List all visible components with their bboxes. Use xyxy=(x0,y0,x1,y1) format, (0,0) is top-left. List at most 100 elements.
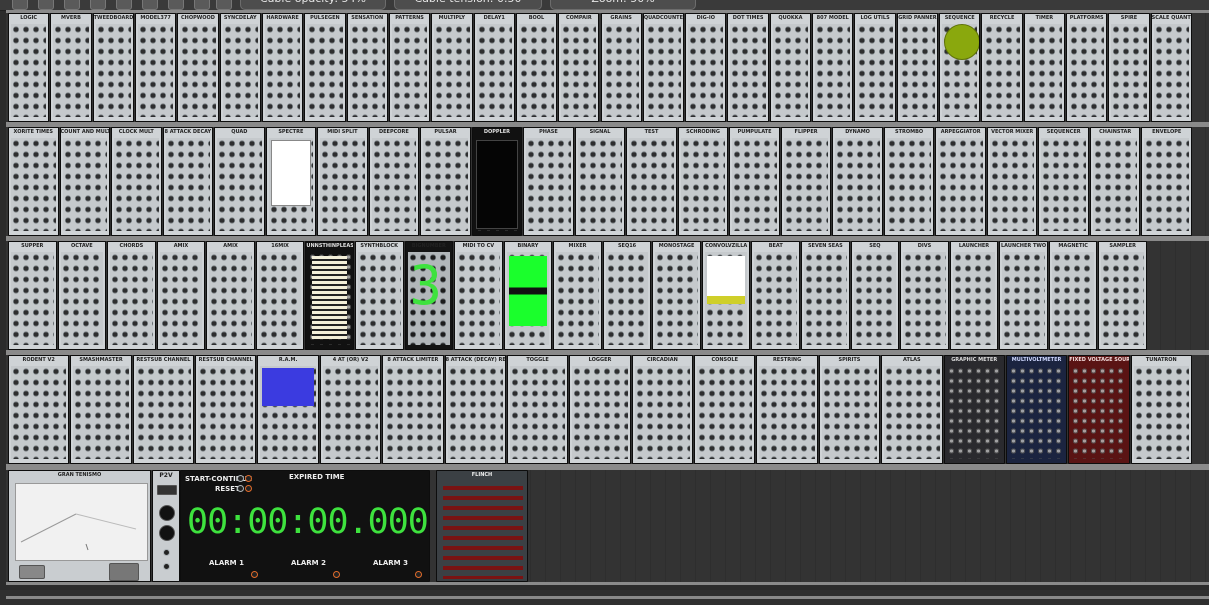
module-controls[interactable] xyxy=(783,138,829,231)
module-multivoltmeter[interactable]: MULTIVOLTMETER xyxy=(1005,355,1068,464)
module-pumpulate[interactable]: PUMPULATE xyxy=(729,127,780,236)
module-phase[interactable]: PHASE xyxy=(523,127,574,236)
module-pulsegen[interactable]: PULSEGEN xyxy=(304,13,346,122)
module-controls[interactable] xyxy=(556,252,599,345)
module-signal[interactable]: SIGNAL xyxy=(574,127,626,236)
module-controls[interactable] xyxy=(886,138,932,231)
module-recycle[interactable]: RECYCLE xyxy=(981,13,1023,122)
module-binary[interactable]: BINARY xyxy=(503,241,553,350)
module-spirits[interactable]: SPIRITS xyxy=(818,355,881,464)
module-controls[interactable] xyxy=(634,366,691,459)
module-spectre[interactable]: SPECTRE xyxy=(265,127,317,236)
module-sampler[interactable]: SAMPLER xyxy=(1098,241,1147,350)
module-sequence[interactable]: SEQUENCE xyxy=(939,13,981,122)
module-controls[interactable] xyxy=(526,138,571,231)
module-controls[interactable] xyxy=(391,24,428,117)
module-xorite-times[interactable]: XORITE TIMES xyxy=(8,127,59,236)
module-flipper[interactable]: FLIPPER xyxy=(780,127,832,236)
module-controls[interactable] xyxy=(984,24,1020,117)
module-controls[interactable] xyxy=(53,24,89,117)
module-smashmaster[interactable]: SMASHMASTER xyxy=(70,355,132,464)
module-8-attack-decay-release[interactable]: 8 ATTACK (DECAY) RELEASE xyxy=(444,355,506,464)
module-logic[interactable]: LOGIC xyxy=(8,13,50,122)
module-spire[interactable]: SPIRE xyxy=(1108,13,1150,122)
module-grains[interactable]: GRAINS xyxy=(600,13,642,122)
module-controls[interactable] xyxy=(217,138,262,231)
module-controls[interactable] xyxy=(180,24,216,117)
module-log-utils[interactable]: LOG UTILS xyxy=(854,13,896,122)
undo-icon[interactable] xyxy=(116,0,132,10)
module-controls[interactable] xyxy=(572,366,628,459)
save-as-icon[interactable] xyxy=(90,0,106,10)
module-controls[interactable] xyxy=(1092,138,1138,231)
module-controls[interactable] xyxy=(447,366,503,459)
module-controls[interactable] xyxy=(605,252,649,345)
module-chopwood[interactable]: CHOPWOOD xyxy=(177,13,219,122)
module-16mix[interactable]: 16MIX xyxy=(255,241,305,350)
module-tweedboard[interactable]: TWEEDBOARD xyxy=(92,13,134,122)
power-icon[interactable] xyxy=(194,0,210,10)
module-beat[interactable]: BEAT xyxy=(751,241,801,350)
module-launcher[interactable]: LAUNCHER xyxy=(949,241,999,350)
module-controls[interactable] xyxy=(11,252,54,345)
module-seq16[interactable]: SEQ16 xyxy=(602,241,652,350)
module-controls[interactable] xyxy=(385,366,441,459)
module-controls[interactable] xyxy=(1008,366,1065,459)
module-launcher-two[interactable]: LAUNCHER TWO xyxy=(999,241,1048,350)
open-patch-icon[interactable] xyxy=(38,0,54,10)
module-timer[interactable]: TIMER xyxy=(1023,13,1066,122)
module-controls[interactable] xyxy=(434,24,470,117)
p2v-knob[interactable] xyxy=(159,525,175,541)
module-convolvzilla[interactable]: CONVOLVZILLA xyxy=(701,241,751,350)
module-bool[interactable]: BOOL xyxy=(515,13,558,122)
module-controls[interactable] xyxy=(135,366,192,459)
alarm-jack[interactable] xyxy=(251,571,258,578)
timer-module[interactable]: START-CONTINUE RESET EXPIRED TIME 00:00:… xyxy=(180,470,430,582)
module-controls[interactable] xyxy=(320,138,365,231)
module-4-at-or-v2[interactable]: 4 AT (OR) V2 xyxy=(319,355,382,464)
module-controls[interactable] xyxy=(1144,138,1189,231)
module-patterns[interactable]: PATTERNS xyxy=(388,13,431,122)
module-controls[interactable] xyxy=(95,24,131,117)
module-controls[interactable] xyxy=(476,24,512,117)
module-controls[interactable] xyxy=(645,24,682,117)
redo-icon[interactable] xyxy=(142,0,158,10)
module-807-model[interactable]: 807 MODEL xyxy=(812,13,854,122)
module-controls[interactable] xyxy=(1111,24,1147,117)
module-controls[interactable] xyxy=(697,366,753,459)
rotary-sequencer-dial[interactable] xyxy=(944,24,980,60)
module-sequencer[interactable]: SEQUENCER xyxy=(1038,127,1089,236)
module-controls[interactable] xyxy=(603,24,639,117)
module-controls[interactable] xyxy=(759,366,815,459)
module-controls[interactable] xyxy=(110,252,153,345)
module-midi-split[interactable]: MIDI SPLIT xyxy=(317,127,368,236)
module-magnetic[interactable]: MAGNETIC xyxy=(1048,241,1098,350)
p2v-jack[interactable] xyxy=(163,563,170,570)
new-patch-icon[interactable] xyxy=(12,0,28,10)
module-tunatron[interactable]: TUNATRON xyxy=(1130,355,1192,464)
zoom-slider[interactable]: Zoom: 50% xyxy=(550,0,696,10)
module-controls[interactable] xyxy=(258,252,302,345)
module-controls[interactable] xyxy=(371,138,417,231)
module-atlas[interactable]: ATLAS xyxy=(881,355,943,464)
gran-tenismo-module[interactable]: GRAN TENISMO xyxy=(8,470,151,582)
module-quokka[interactable]: QUOKKA xyxy=(769,13,812,122)
module-controls[interactable] xyxy=(1153,24,1189,117)
module-controls[interactable] xyxy=(561,24,597,117)
module-toggle[interactable]: TOGGLE xyxy=(506,355,569,464)
module-controls[interactable] xyxy=(1133,366,1189,459)
module-dig-io[interactable]: DIG-IO xyxy=(685,13,727,122)
module-chainstar[interactable]: CHAINSTAR xyxy=(1089,127,1141,236)
module-restsub-channel[interactable]: RESTSUB CHANNEL xyxy=(195,355,257,464)
module-controls[interactable] xyxy=(1071,366,1127,459)
module-controls[interactable] xyxy=(198,366,254,459)
module-controls[interactable] xyxy=(821,366,878,459)
module-controls[interactable] xyxy=(1069,24,1105,117)
p2v-jack[interactable] xyxy=(163,549,170,556)
module-compair[interactable]: COMPAIR xyxy=(558,13,600,122)
cable-tension-slider[interactable]: Cable tension: 0.50 xyxy=(394,0,542,10)
module-strombo[interactable]: STROMBO xyxy=(883,127,935,236)
module-controls[interactable] xyxy=(1041,138,1086,231)
module-pulsar[interactable]: PULSAR xyxy=(420,127,471,236)
module-controls[interactable] xyxy=(349,24,385,117)
